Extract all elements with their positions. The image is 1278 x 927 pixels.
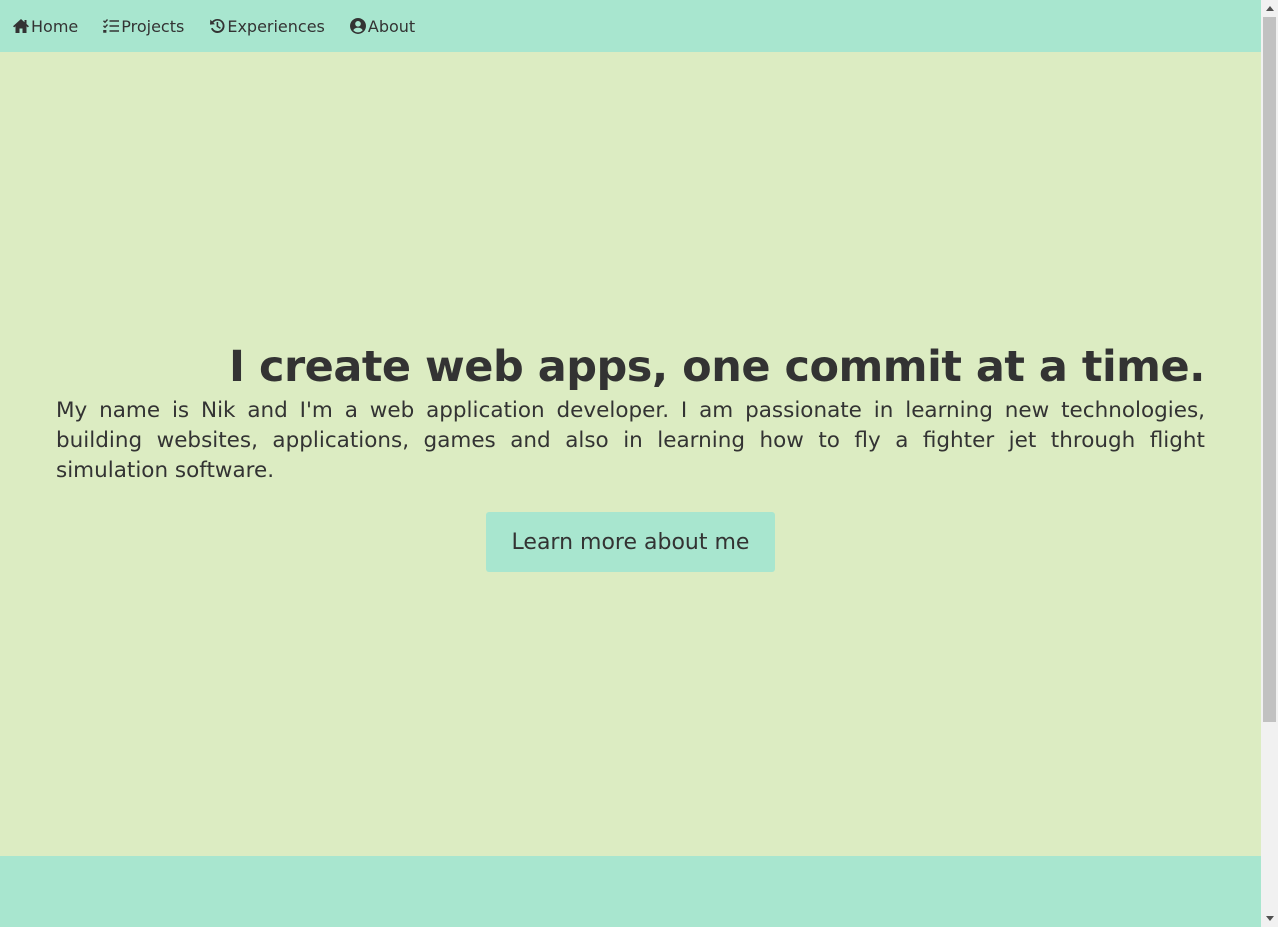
scrollbar-thumb[interactable] bbox=[1263, 17, 1276, 722]
nav-item-experiences[interactable]: Experiences bbox=[208, 17, 325, 36]
hero-intro-text: My name is Nik and I'm a web application… bbox=[56, 398, 1205, 483]
nav-item-home-label: Home bbox=[31, 16, 79, 36]
nav-item-about[interactable]: About bbox=[349, 17, 415, 36]
vertical-scrollbar[interactable] bbox=[1261, 0, 1278, 927]
scroll-up-arrow-icon[interactable] bbox=[1261, 0, 1278, 17]
learn-more-button[interactable]: Learn more about me bbox=[486, 512, 775, 572]
hero-section: I create web apps, one commit at a time.… bbox=[56, 340, 1206, 572]
top-navbar: Home Projects Experiences About bbox=[0, 0, 1261, 52]
nav-item-projects-label: Projects bbox=[121, 16, 185, 36]
nav-item-home[interactable]: Home bbox=[12, 17, 78, 36]
home-icon bbox=[12, 17, 30, 35]
nav-item-experiences-label: Experiences bbox=[227, 16, 325, 36]
nav-item-projects[interactable]: Projects bbox=[102, 17, 184, 36]
hero-headline: I create web apps, one commit at a time. bbox=[229, 342, 1205, 392]
history-icon bbox=[208, 17, 226, 35]
list-check-icon bbox=[102, 17, 120, 35]
user-circle-icon bbox=[349, 17, 367, 35]
viewport: Home Projects Experiences About I create… bbox=[0, 0, 1261, 927]
scroll-down-arrow-icon[interactable] bbox=[1261, 910, 1278, 927]
nav-item-about-label: About bbox=[367, 16, 416, 36]
page-footer bbox=[0, 856, 1261, 927]
page: Home Projects Experiences About I create… bbox=[0, 0, 1278, 927]
